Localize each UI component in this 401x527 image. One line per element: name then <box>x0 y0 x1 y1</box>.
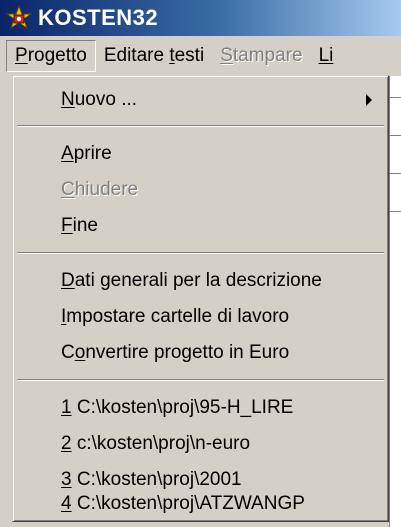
menu-progetto-mnemonic: P <box>15 45 28 66</box>
menu-item-convertire-euro-label: nvertire progetto in Euro <box>85 342 290 363</box>
window-title: KOSTEN32 <box>38 5 159 30</box>
menu-stampare[interactable]: Stampare <box>212 40 310 72</box>
menu-item-chiudere[interactable]: Chiudere <box>13 172 388 208</box>
menu-item-chiudere-label: hiudere <box>74 179 139 200</box>
menu-item-dati-generali-mnemonic: D <box>61 270 75 291</box>
recent-project-4-path: C:\kosten\proj\ATZWANGP <box>71 493 305 514</box>
menu-item-aprire[interactable]: Aprire <box>13 136 388 172</box>
menu-stampare-mnemonic: S <box>220 45 233 66</box>
menu-bar: Progetto Editare t esti Stampare Li <box>0 36 401 76</box>
menu-item-impostare-cartelle[interactable]: Impostare cartelle di lavoro <box>13 299 388 335</box>
menu-progetto[interactable]: Progetto <box>6 40 96 72</box>
menu-item-chiudere-mnemonic: C <box>61 179 75 200</box>
menu-editare-testi-label: esti <box>174 45 205 66</box>
recent-project-1-path: C:\kosten\proj\95-H_LIRE <box>71 397 294 418</box>
menu-item-fine[interactable]: Fine <box>13 208 388 244</box>
menu-editare-testi[interactable]: Editare t esti <box>96 40 212 72</box>
menu-separator <box>17 379 384 381</box>
menu-item-nuovo[interactable]: Nuovo ... <box>13 82 388 118</box>
menu-editare-testi-prefix: Editare <box>103 45 170 66</box>
menu-item-aprire-label: prire <box>73 143 112 164</box>
menu-item-dati-generali-label: ati generali per la descrizione <box>74 270 322 291</box>
background-gridline <box>389 135 401 136</box>
menu-separator <box>17 252 384 254</box>
menu-item-convertire-euro-mnemonic: o <box>74 342 86 363</box>
menu-item-nuovo-mnemonic: N <box>61 89 75 110</box>
menu-item-dati-generali[interactable]: Dati generali per la descrizione <box>13 263 388 299</box>
menu-item-fine-label: ine <box>72 215 98 236</box>
menu-stampare-label: tampare <box>232 45 303 66</box>
menu-progetto-label: rogetto <box>27 45 87 66</box>
kosten-app-icon[interactable] <box>6 5 32 31</box>
background-window-edge <box>389 76 401 527</box>
recent-project-4-mnemonic: 4 <box>61 493 72 514</box>
menu-item-convertire-euro[interactable]: Co nvertire progetto in Euro <box>13 335 388 371</box>
kosten32-window: KOSTEN32 Progetto Editare t esti Stampare… <box>0 0 401 527</box>
menu-item-fine-mnemonic: F <box>61 215 73 236</box>
background-gridline <box>389 173 401 174</box>
recent-project-2-mnemonic: 2 <box>61 433 72 454</box>
menu-item-convertire-euro-prefix: C <box>61 342 75 363</box>
background-gridline <box>389 97 401 98</box>
recent-project-4[interactable]: 4 C:\kosten\proj\ATZWANGP <box>13 486 388 522</box>
menu-item-aprire-mnemonic: A <box>61 143 74 164</box>
progetto-dropdown-menu: Nuovo ... Aprire Chiudere Fine Dati gene… <box>12 75 389 522</box>
recent-project-1[interactable]: 1 C:\kosten\proj\95-H_LIRE <box>13 390 388 426</box>
recent-project-2[interactable]: 2 c:\kosten\proj\n-euro <box>13 426 388 462</box>
menu-li-mnemonic: Li <box>318 45 334 66</box>
title-bar[interactable]: KOSTEN32 <box>0 0 401 36</box>
recent-project-2-path: c:\kosten\proj\n-euro <box>71 433 251 454</box>
submenu-arrow-icon <box>366 94 372 106</box>
menu-separator <box>17 125 384 127</box>
menu-li[interactable]: Li <box>311 40 342 72</box>
menu-item-impostare-cartelle-label: mpostare cartelle di lavoro <box>66 306 290 327</box>
recent-project-1-mnemonic: 1 <box>61 397 72 418</box>
background-gridline <box>389 211 401 212</box>
menu-item-nuovo-label: uovo ... <box>74 89 138 110</box>
